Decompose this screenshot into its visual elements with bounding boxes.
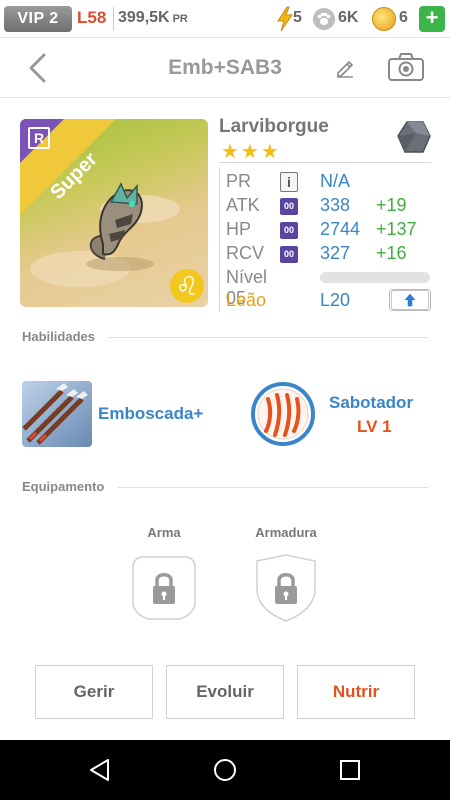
evolve-button[interactable]: Evoluir [166,665,284,719]
stat-badge: 00 [280,222,298,239]
nav-recent-apps-icon[interactable] [338,758,362,782]
stat-bonus: +16 [376,243,407,263]
stat-label: HP [226,219,252,239]
add-currency-button[interactable]: + [419,6,445,32]
divider [108,337,428,338]
stat-label: PR [226,171,252,191]
stat-bonus: +19 [376,195,407,215]
energy-bolt-icon [277,6,293,32]
abilities-title: Habilidades [22,329,95,344]
stat-badge: 00 [280,198,298,215]
ability-name[interactable]: Sabotador [329,393,413,413]
stat-value: 2744 [320,219,361,239]
power-unit: PR [172,13,188,25]
divider [118,487,428,488]
stat-value: N/A [320,171,351,191]
armor-slot-label: Armadura [255,525,317,540]
level-cap: L20 [320,290,351,310]
feed-button[interactable]: Nutrir [297,665,415,719]
stat-label: ATK [226,195,260,215]
divider [219,162,431,163]
stat-badge: 00 [280,246,298,263]
level-progress-bar [320,272,430,283]
energy-count: 5 [293,9,302,26]
power-value: 399,5K PR [118,9,188,26]
coin-icon [372,7,396,31]
armor-slot[interactable] [251,553,321,623]
status-bar: VIP 2 L58 399,5K PR 5 6K 6 + [0,0,450,38]
manage-button[interactable]: Gerir [35,665,153,719]
page-title: Emb+SAB3 [168,56,282,79]
vip-badge[interactable]: VIP 2 [4,6,72,32]
info-icon[interactable]: i [280,172,298,192]
level-up-arrow-icon[interactable] [389,289,431,311]
divider [113,7,114,31]
system-nav-bar [0,740,450,800]
stats-bracket [219,168,224,312]
coin-count: 6 [399,9,408,26]
nav-back-icon[interactable] [88,758,112,782]
pet-name: Larviborgue [219,116,329,137]
equipment-title: Equipamento [22,479,105,494]
weapon-slot-label: Arma [147,525,181,540]
ability-level: LV 1 [357,417,392,436]
rarity-badge: R [28,127,50,149]
paw-icon [313,8,335,30]
rock-element-icon [397,121,431,153]
weapon-slot[interactable] [129,553,199,623]
stat-value: 338 [320,195,351,215]
zodiac-leo-icon: ♌ [170,269,204,303]
page-header: Emb+SAB3 [0,38,450,98]
edit-pencil-icon[interactable] [334,56,356,78]
pet-portrait[interactable]: R Super ♌ [20,119,208,307]
stat-value: 327 [320,243,351,263]
nav-home-icon[interactable] [213,758,237,782]
stat-label: RCV [226,243,265,263]
creature-image [86,182,154,271]
camera-icon[interactable] [387,52,425,82]
ability-name[interactable]: Emboscada+ [98,404,203,424]
arrows-icon[interactable] [22,381,92,447]
star-rating: ★★★ [221,141,281,163]
player-level: L58 [77,8,107,27]
stat-bonus: +137 [376,219,417,239]
zodiac-sign: Leão [226,290,267,310]
claw-marks-icon[interactable] [250,381,316,447]
paw-count: 6K [338,9,359,26]
